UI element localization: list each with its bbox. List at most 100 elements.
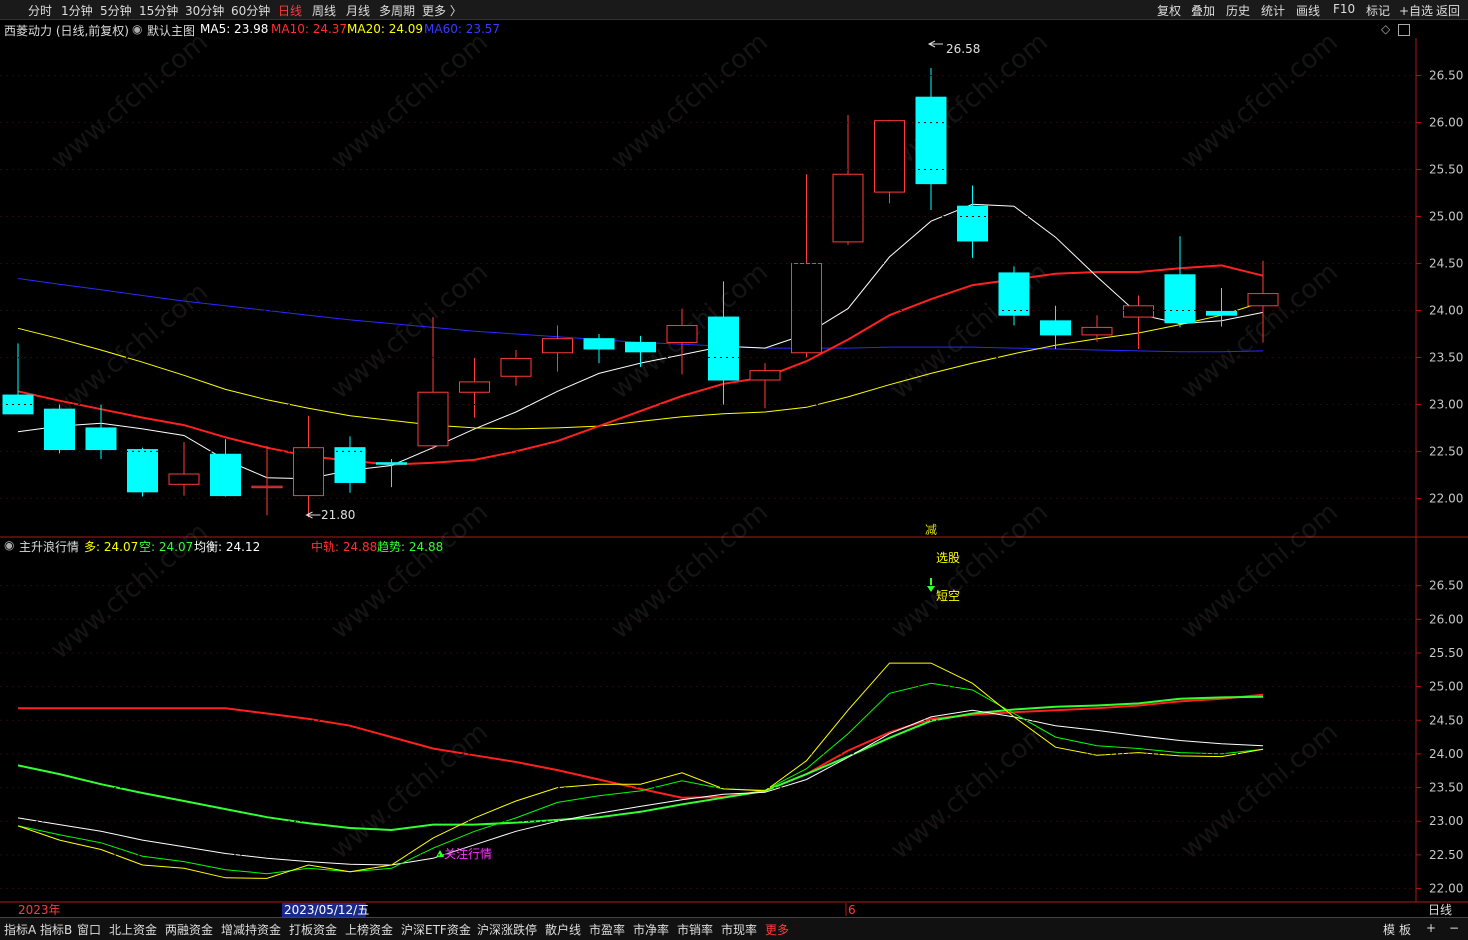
short-empty-signal-label: 短空 <box>936 589 960 603</box>
candle-body <box>583 338 615 350</box>
tab-multi-period[interactable]: 多周期 <box>379 2 415 19</box>
ma20-value: MA20: 24.09 <box>347 22 424 36</box>
board-button[interactable]: 板 <box>1399 921 1411 938</box>
zoom-in-button[interactable]: + <box>1426 921 1436 935</box>
expand-icon[interactable]: ◇ <box>1381 22 1390 36</box>
tab-weekly[interactable]: 周线 <box>312 2 336 19</box>
sub-chart-header: ◉ 主升浪行情 多: 24.07 空: 24.07 均衡: 24.12 中轨: … <box>0 536 1410 554</box>
candle-body <box>1081 326 1113 336</box>
candle-body <box>998 272 1030 316</box>
overlay-button[interactable]: 叠加 <box>1191 2 1215 19</box>
year-label: 2023年 <box>18 903 61 917</box>
kline-chart[interactable]: www.cfchi.com www.cfchi.com www.cfchi.com w… <box>0 19 1468 917</box>
watermark-text: www.cfchi.com <box>45 27 214 175</box>
draw-line-button[interactable]: 画线 <box>1296 2 1320 19</box>
tab-pb[interactable]: 市净率 <box>633 921 669 938</box>
candle-body <box>874 120 905 193</box>
candle-body <box>127 449 158 493</box>
indicator-settings-icon[interactable]: ◉ <box>4 538 14 552</box>
axis-tick-label: 24.50 <box>1429 713 1463 727</box>
add-watchlist-button[interactable]: +自选 <box>1399 2 1433 19</box>
back-button[interactable]: 返回 <box>1436 2 1460 19</box>
tab-15min[interactable]: 15分钟 <box>139 2 178 19</box>
tab-5min[interactable]: 5分钟 <box>100 2 132 19</box>
tab-fenshi[interactable]: 分时 <box>28 2 52 19</box>
tab-margin[interactable]: 两融资金 <box>165 921 213 938</box>
tab-pe[interactable]: 市盈率 <box>589 921 625 938</box>
candle-body <box>1164 274 1196 324</box>
main-chart-header: 西菱动力 (日线,前复权) ◉ 默认主图 MA5: 23.98 MA10: 24… <box>0 20 1410 38</box>
watermark-text: www.cfchi.com <box>325 717 494 865</box>
tab-ps[interactable]: 市销率 <box>677 921 713 938</box>
ma5-value: MA5: 23.98 <box>200 22 269 36</box>
tab-60min[interactable]: 60分钟 <box>231 2 270 19</box>
tab-30min[interactable]: 30分钟 <box>185 2 224 19</box>
candle-body <box>1247 293 1279 307</box>
template-dropdown-icon[interactable]: ◉ <box>132 22 142 36</box>
candle-body <box>500 357 532 377</box>
tab-monthly[interactable]: 月线 <box>346 2 370 19</box>
kong-line <box>17 682 1264 875</box>
watermark: www.cfchi.com www.cfchi.com www.cfchi.com w… <box>45 27 1344 865</box>
reduce-signal-label: 减 <box>925 523 937 537</box>
candle-body <box>1123 305 1154 318</box>
tab-pcf[interactable]: 市现率 <box>721 921 757 938</box>
axis-tick-label: 26.50 <box>1429 579 1463 593</box>
axis-tick-label: 26.00 <box>1429 612 1463 626</box>
watermark-text: www.cfchi.com <box>885 497 1054 645</box>
indicator-name[interactable]: 主升浪行情 <box>19 538 79 555</box>
tab-daily[interactable]: 日线 <box>278 2 302 19</box>
window-toggle-icon[interactable] <box>1398 24 1410 36</box>
candle-body <box>376 462 407 465</box>
template-name[interactable]: 默认主图 <box>147 22 195 39</box>
axis-tick-label: 24.00 <box>1429 747 1463 761</box>
restore-rights-button[interactable]: 复权 <box>1157 2 1181 19</box>
tab-more[interactable]: 更多 〉 <box>422 2 462 19</box>
candle-body <box>915 96 947 185</box>
tab-indicator-b[interactable]: 指标B <box>40 921 72 938</box>
axis-tick-label: 23.00 <box>1429 814 1463 828</box>
candle-body <box>666 325 698 343</box>
tab-1min[interactable]: 1分钟 <box>61 2 93 19</box>
watermark-text: www.cfchi.com <box>325 27 494 175</box>
mark-button[interactable]: 标记 <box>1366 2 1390 19</box>
f10-button[interactable]: F10 <box>1333 2 1355 16</box>
duo-value: 多: 24.07 <box>84 540 139 554</box>
tab-retail-line[interactable]: 散户线 <box>545 921 581 938</box>
kong-value: 空: 24.07 <box>139 540 194 554</box>
tab-more-indicators[interactable]: 更多 <box>765 921 789 938</box>
axis-tick-label: 23.00 <box>1429 397 1463 411</box>
period-label: 日线 <box>1428 903 1452 917</box>
tab-northbound[interactable]: 北上资金 <box>109 921 157 938</box>
history-button[interactable]: 历史 <box>1226 2 1250 19</box>
statistics-button[interactable]: 统计 <box>1261 2 1285 19</box>
tab-indicator-a[interactable]: 指标A <box>4 921 36 938</box>
axis-tick-label: 25.50 <box>1429 646 1463 660</box>
axis-tick-label: 26.50 <box>1429 69 1463 83</box>
candle-body <box>791 263 822 354</box>
candle-body <box>459 381 490 393</box>
axis-tick-label: 24.50 <box>1429 257 1463 271</box>
tab-window[interactable]: 窗口 <box>77 921 101 938</box>
axis-tick-label: 25.00 <box>1429 680 1463 694</box>
ma60-value: MA60: 23.57 <box>424 22 501 36</box>
zoom-out-button[interactable]: − <box>1449 921 1459 935</box>
tab-limit-stats[interactable]: 沪深涨跌停 <box>477 921 537 938</box>
candle-body <box>708 316 739 381</box>
watermark-text: www.cfchi.com <box>885 717 1054 865</box>
tab-holding-change[interactable]: 增减持资金 <box>221 921 281 938</box>
candle-body <box>832 173 864 243</box>
axis-tick-label: 25.00 <box>1429 210 1463 224</box>
tab-etf-funds[interactable]: 沪深ETF资金 <box>401 921 471 938</box>
axis-tick-label: 22.00 <box>1429 882 1463 896</box>
price-axis-sub: 26.50 26.00 25.50 25.00 24.50 24.00 23.50 23.00… <box>0 579 1463 896</box>
candle-body <box>334 447 366 483</box>
tab-billboard-funds[interactable]: 上榜资金 <box>345 921 393 938</box>
axis-tick-label: 23.50 <box>1429 781 1463 795</box>
period-toolbar: 分时 1分钟 5分钟 15分钟 30分钟 60分钟 日线 周线 月线 多周期 更… <box>0 0 1468 20</box>
tab-limit-up-funds[interactable]: 打板资金 <box>289 921 337 938</box>
candle-body <box>1206 310 1237 316</box>
template-button[interactable]: 模 <box>1383 921 1395 938</box>
candle-body <box>293 447 324 497</box>
axis-tick-label: 22.50 <box>1429 444 1463 458</box>
